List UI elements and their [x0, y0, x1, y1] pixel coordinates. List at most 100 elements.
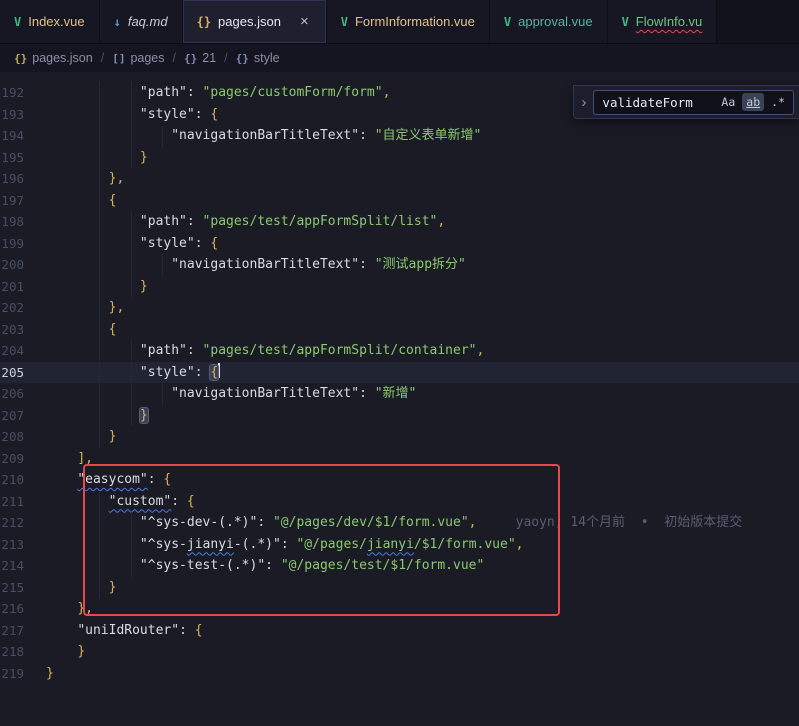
code-token: : [179, 623, 195, 638]
code-line[interactable]: 196 }, [0, 168, 799, 190]
tab-flowinfo-vu[interactable]: VFlowInfo.vu [608, 0, 718, 43]
tab-index-vue[interactable]: VIndex.vue [0, 0, 100, 43]
code-token: "style" [140, 365, 195, 380]
line-content: "easycom": { [46, 469, 171, 491]
code-token: { [187, 494, 195, 509]
indent-guide [99, 211, 100, 233]
breadcrumb-label: style [254, 51, 280, 65]
close-tab-icon[interactable]: × [297, 14, 312, 29]
code-line[interactable]: 200 "navigationBarTitleText": "测试app拆分" [0, 254, 799, 276]
tab-approval-vue[interactable]: Vapproval.vue [490, 0, 608, 43]
match-case-toggle[interactable]: Aa [717, 93, 739, 111]
code-line[interactable]: 217 "uniIdRouter": { [0, 620, 799, 642]
line-content: "uniIdRouter": { [46, 620, 203, 642]
indent-guide [99, 254, 100, 276]
breadcrumb-item-pages[interactable]: []pages [112, 51, 164, 65]
code-line[interactable]: 197 { [0, 190, 799, 212]
breadcrumb: {}pages.json/[]pages/{}21/{}style [0, 44, 799, 72]
code-token [46, 343, 140, 358]
line-number: 216 [0, 598, 46, 620]
line-content: "navigationBarTitleText": "自定义表单新增" [46, 125, 481, 147]
line-content: } [46, 577, 116, 599]
indent-guide [99, 297, 100, 319]
code-line[interactable]: 207 } [0, 405, 799, 427]
code-line[interactable]: 219} [0, 663, 799, 685]
indent-guide [131, 254, 132, 276]
line-number: 201 [0, 276, 46, 298]
indent-guide [99, 362, 100, 384]
code-line[interactable]: 198 "path": "pages/test/appFormSplit/lis… [0, 211, 799, 233]
indent-guide [99, 340, 100, 362]
tab-pages-json[interactable]: {}pages.json× [183, 0, 327, 43]
line-number: 203 [0, 319, 46, 341]
code-token: "navigationBarTitleText" [171, 257, 359, 272]
code-token: { [210, 365, 218, 380]
code-line[interactable]: 216 }, [0, 598, 799, 620]
code-token: /$1/form.vue" [414, 537, 516, 552]
indent-guide [131, 534, 132, 556]
indent-guide [99, 82, 100, 104]
code-token: : [359, 386, 375, 401]
breadcrumb-separator: / [173, 51, 176, 65]
code-line[interactable]: 202 }, [0, 297, 799, 319]
regex-toggle[interactable]: .* [767, 93, 789, 111]
code-token: jianyi [367, 537, 414, 552]
code-line[interactable]: 206 "navigationBarTitleText": "新增" [0, 383, 799, 405]
line-number: 204 [0, 340, 46, 362]
indent-guide [99, 577, 100, 599]
code-line[interactable]: 210 "easycom": { [0, 469, 799, 491]
code-token: : [265, 558, 281, 573]
code-token: : [195, 365, 211, 380]
code-line[interactable]: 199 "style": { [0, 233, 799, 255]
indent-guide [131, 405, 132, 427]
code-line[interactable]: 201 } [0, 276, 799, 298]
code-line[interactable]: 214 "^sys-test-(.*)": "@/pages/test/$1/f… [0, 555, 799, 577]
code-line[interactable]: 203 { [0, 319, 799, 341]
line-content: }, [46, 168, 124, 190]
code-line[interactable]: 194 "navigationBarTitleText": "自定义表单新增" [0, 125, 799, 147]
code-line[interactable]: 208 } [0, 426, 799, 448]
indent-guide [131, 211, 132, 233]
line-content: } [46, 641, 85, 663]
code-token [46, 601, 77, 616]
code-line[interactable]: 209 ], [0, 448, 799, 470]
vscode-window: VIndex.vue↓faq.md{}pages.json×VFormInfor… [0, 0, 799, 726]
code-token: "自定义表单新增" [375, 128, 482, 143]
code-line[interactable]: 213 "^sys-jianyi-(.*)": "@/pages/jianyi/… [0, 534, 799, 556]
tab-label: FlowInfo.vu [636, 14, 702, 29]
find-input[interactable]: validateForm Aa ab .* [593, 90, 794, 115]
line-content: }, [46, 598, 93, 620]
code-line[interactable]: 215 } [0, 577, 799, 599]
line-number: 193 [0, 104, 46, 126]
line-number: 212 [0, 512, 46, 534]
toggle-replace-chevron-icon[interactable]: › [581, 94, 586, 111]
indent-guide [99, 512, 100, 534]
tab-faq-md[interactable]: ↓faq.md [100, 0, 183, 43]
breadcrumb-item-pages-json[interactable]: {}pages.json [14, 51, 93, 65]
code-line[interactable]: 218 } [0, 641, 799, 663]
breadcrumb-label: pages [130, 51, 164, 65]
whole-word-toggle[interactable]: ab [742, 93, 764, 111]
vue-icon: V [341, 15, 348, 29]
code-editor[interactable]: 192 "path": "pages/customForm/form",193 … [0, 72, 799, 726]
line-number: 209 [0, 448, 46, 470]
indent-guide [99, 491, 100, 513]
line-content: "style": { [46, 233, 218, 255]
code-token: }, [109, 171, 125, 186]
code-token: ], [77, 451, 93, 466]
indent-guide [99, 426, 100, 448]
breadcrumb-item-21[interactable]: {}21 [184, 51, 216, 65]
object-symbol-icon: {} [184, 52, 197, 65]
code-line[interactable]: 195 } [0, 147, 799, 169]
code-line[interactable]: 204 "path": "pages/test/appFormSplit/con… [0, 340, 799, 362]
code-line[interactable]: 205 "style": { [0, 362, 799, 384]
code-line[interactable]: 212 "^sys-dev-(.*)": "@/pages/dev/$1/for… [0, 512, 799, 534]
code-token: jianyi [187, 537, 234, 552]
tab-forminformation-vue[interactable]: VFormInformation.vue [327, 0, 490, 43]
indent-guide [99, 383, 100, 405]
code-token: : [148, 472, 164, 487]
code-line[interactable]: 211 "custom": { [0, 491, 799, 513]
breadcrumb-item-style[interactable]: {}style [236, 51, 280, 65]
code-token: } [77, 644, 85, 659]
code-token: "navigationBarTitleText" [171, 128, 359, 143]
